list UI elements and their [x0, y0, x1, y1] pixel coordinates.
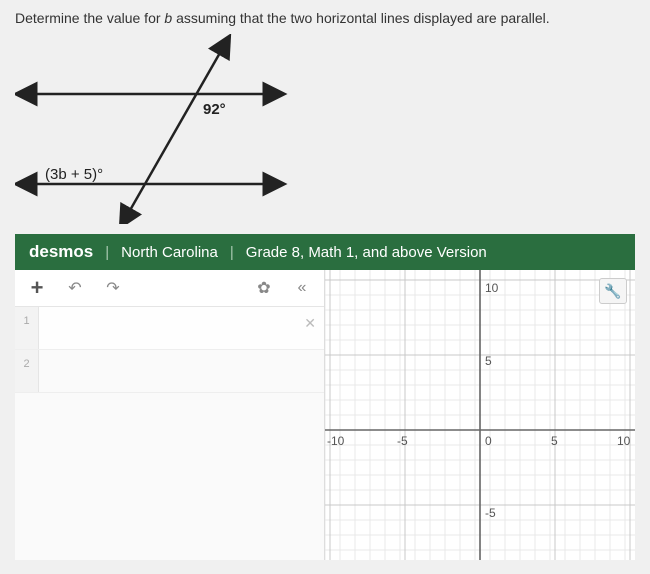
wrench-icon: 🔧 [604, 283, 621, 300]
x-tick: -5 [397, 434, 408, 448]
parallel-lines-svg: 92° (3b + 5)° [15, 34, 315, 224]
calculator-area: + ↶ ↷ ✿ « 1 ✕ 2 🔧 [15, 270, 635, 560]
graph-panel[interactable]: 🔧 -10 -5 [325, 270, 635, 560]
question-suffix: assuming that the two horizontal lines d… [172, 10, 549, 26]
y-tick: -5 [485, 506, 496, 520]
add-expression-button[interactable]: + [25, 276, 49, 300]
expression-panel: + ↶ ↷ ✿ « 1 ✕ 2 [15, 270, 325, 560]
expression-row[interactable]: 1 ✕ [15, 307, 324, 350]
y-tick: 5 [485, 354, 492, 368]
geometry-diagram: 92° (3b + 5)° [15, 34, 295, 224]
expression-input[interactable]: ✕ [39, 307, 324, 349]
collapse-panel-button[interactable]: « [290, 276, 314, 300]
desmos-brand: desmos [29, 242, 93, 262]
desmos-region: North Carolina [121, 244, 218, 261]
expression-index: 1 [15, 307, 39, 349]
expression-index: 2 [15, 350, 39, 392]
angle-bottom-label: (3b + 5)° [45, 166, 103, 183]
expression-input[interactable] [39, 350, 324, 392]
separator: | [230, 244, 234, 261]
coordinate-grid: -10 -5 0 5 10 10 5 -5 [325, 270, 635, 560]
expression-toolbar: + ↶ ↷ ✿ « [15, 270, 324, 307]
undo-button[interactable]: ↶ [63, 276, 87, 300]
angle-top-label: 92° [203, 101, 226, 118]
x-tick: 5 [551, 434, 558, 448]
x-tick: 0 [485, 434, 492, 448]
desmos-version: Grade 8, Math 1, and above Version [246, 244, 487, 261]
graph-settings-button[interactable]: 🔧 [599, 278, 627, 304]
x-tick: 10 [617, 434, 631, 448]
question-text: Determine the value for b assuming that … [15, 10, 635, 26]
redo-button[interactable]: ↷ [101, 276, 125, 300]
question-prefix: Determine the value for [15, 10, 164, 26]
delete-expression-button[interactable]: ✕ [304, 315, 316, 332]
x-tick: -10 [327, 434, 345, 448]
y-tick: 10 [485, 281, 499, 295]
separator: | [105, 244, 109, 261]
settings-button[interactable]: ✿ [252, 276, 276, 300]
expression-row[interactable]: 2 [15, 350, 324, 393]
desmos-header: desmos | North Carolina | Grade 8, Math … [15, 234, 635, 270]
